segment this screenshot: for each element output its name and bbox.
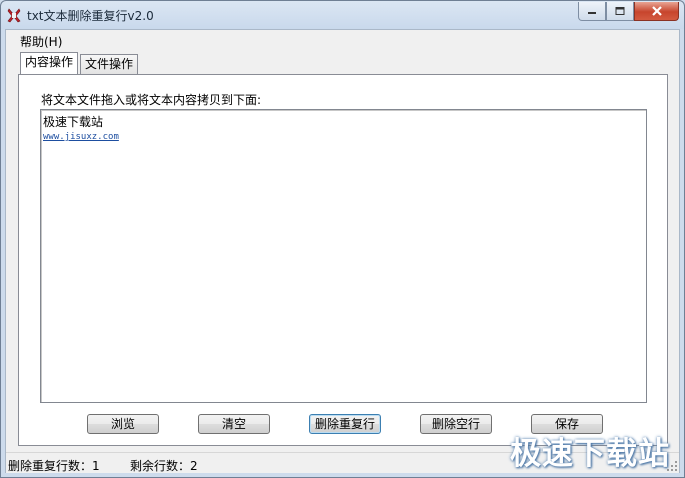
menu-bar: 帮助(H) (6, 30, 679, 50)
close-button[interactable] (634, 2, 679, 21)
tab-content-ops[interactable]: 内容操作 (20, 52, 79, 74)
window-title: txt文本删除重复行v2.0 (27, 9, 154, 23)
watermark-logo: 极速下载站 (510, 436, 670, 472)
title-bar[interactable]: txt文本删除重复行v2.0 (1, 1, 684, 29)
instruction-label: 将文本文件拖入或将文本内容拷贝到下面: (41, 93, 262, 107)
remove-blank-lines-button[interactable]: 删除空行 (420, 414, 492, 434)
menu-help[interactable]: 帮助(H) (18, 33, 64, 50)
close-icon (651, 6, 662, 16)
maximize-button[interactable] (606, 2, 634, 21)
text-line-link: www.jisuxz.com (43, 132, 119, 142)
status-removed-count: 删除重复行数：1 (8, 459, 100, 473)
clear-button[interactable]: 清空 (198, 414, 270, 434)
browse-button[interactable]: 浏览 (87, 414, 159, 434)
status-remaining-count: 剩余行数：2 (130, 459, 198, 473)
app-window: txt文本删除重复行v2.0 帮助(H) 内容操作 文件操作 将文本文件拖入或将… (0, 0, 685, 478)
minimize-button[interactable] (578, 2, 606, 21)
tab-file-ops[interactable]: 文件操作 (80, 54, 139, 74)
minimize-icon (588, 12, 596, 14)
tab-panel-content: 将文本文件拖入或将文本内容拷贝到下面: 极速下载站 www.jisuxz.com… (18, 74, 668, 446)
maximize-icon (615, 7, 625, 15)
text-input-area[interactable]: 极速下载站 www.jisuxz.com (40, 109, 647, 403)
text-line: 极速下载站 (43, 115, 104, 129)
app-logo-icon (7, 7, 21, 23)
client-area: 帮助(H) 内容操作 文件操作 将文本文件拖入或将文本内容拷贝到下面: 极速下载… (5, 29, 680, 473)
remove-duplicates-button[interactable]: 删除重复行 (309, 414, 381, 434)
